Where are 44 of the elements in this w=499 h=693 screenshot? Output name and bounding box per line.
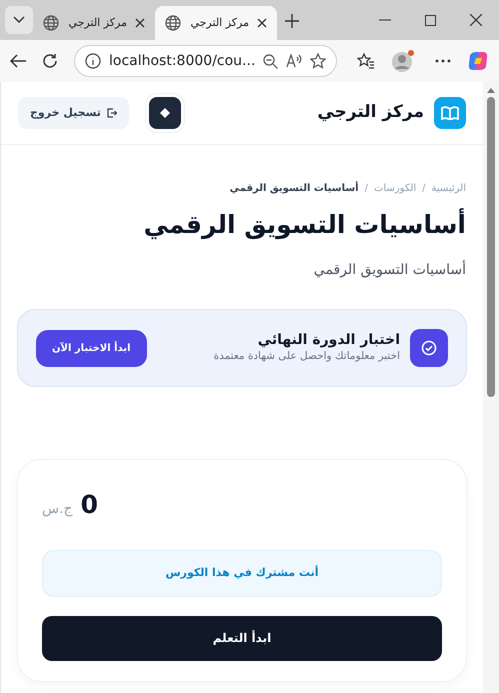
star-icon[interactable] [310,53,326,69]
browser-tab[interactable]: مركز الترجي [155,6,277,40]
chevron-down-icon [13,16,25,24]
breadcrumb-separator: / [422,182,426,196]
tab-list-button[interactable] [5,6,33,34]
address-bar[interactable]: localhost:8000/cou... [74,45,338,77]
copilot-icon[interactable] [467,51,489,71]
back-icon[interactable] [10,54,26,68]
more-icon[interactable] [435,59,452,63]
close-icon[interactable] [470,14,482,26]
close-icon[interactable] [257,18,267,28]
close-icon[interactable] [135,18,145,28]
favorites-icon[interactable] [357,53,376,69]
globe-icon [165,15,181,31]
breadcrumb-separator: / [364,182,368,196]
minimize-icon[interactable] [379,19,391,21]
start-quiz-button[interactable]: ابدأ الاختبار الآن [36,330,147,366]
refresh-icon[interactable] [42,53,58,69]
course-title: أساسيات التسويق الرقمي [142,207,467,240]
price: 0 [80,489,98,521]
diamond-icon [160,108,170,118]
logout-icon [106,108,117,118]
new-tab-icon[interactable] [285,14,299,28]
scrollbar-thumb[interactable] [487,97,495,397]
maximize-icon[interactable] [425,14,436,26]
enrolled-notice: أنت مشترك في هذا الكورس [42,550,442,596]
currency: ج.س [42,500,73,519]
brand-name[interactable]: مركز الترجي [317,100,424,126]
browser-tab[interactable]: مركز الترجي [33,6,155,40]
avatar-icon[interactable] [391,49,416,73]
theme-toggle[interactable] [148,97,181,129]
book-icon [434,97,466,129]
quiz-description: اختبر معلوماتك واحصل على شهادة معتمدة [214,349,400,364]
start-learning-button[interactable]: ابدأ التعلم [42,616,442,660]
url-text: localhost:8000/cou... [109,52,256,70]
info-icon[interactable] [85,53,101,69]
read-aloud-icon[interactable] [286,54,302,68]
breadcrumb-item: أساسيات التسويق الرقمي [230,181,359,196]
scroll-up-icon[interactable] [487,88,495,93]
course-subtitle: أساسيات التسويق الرقمي [312,259,467,280]
zoom-out-icon[interactable] [263,54,278,68]
quiz-title: اختبار الدورة النهائي [256,331,400,350]
globe-icon [43,15,59,31]
logout-button[interactable]: تسجيل خروج [18,96,129,130]
